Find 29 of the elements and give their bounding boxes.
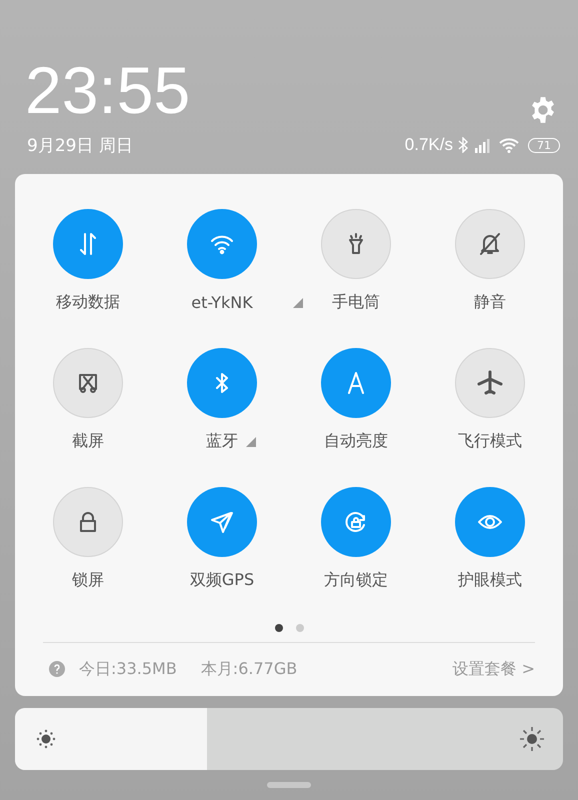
toggle-label: 手电筒 (332, 292, 380, 312)
high-brightness-icon (519, 726, 545, 752)
plan-settings-link[interactable]: 设置套餐 > (452, 658, 535, 680)
clock-time: 23:55 (25, 56, 190, 124)
toggle-label: 双频GPS (190, 570, 254, 590)
help-icon[interactable] (49, 661, 65, 677)
network-speed: 0.7K/s (404, 135, 453, 155)
settings-icon[interactable] (529, 96, 557, 124)
toggle-label: et-YkNK (191, 292, 253, 312)
toggle-label: 锁屏 (72, 570, 104, 590)
date-text: 9月29日 周日 (27, 134, 133, 156)
toggle-label: 移动数据 (56, 292, 120, 312)
battery-icon: 71 (528, 138, 560, 152)
toggle-label: 飞行模式 (458, 430, 522, 452)
toggle-label: 方向锁定 (324, 570, 388, 590)
expand-triangle-icon[interactable] (246, 437, 256, 447)
toggle-label: 自动亮度 (324, 430, 388, 452)
low-brightness-icon (35, 728, 57, 750)
month-usage: 本月:6.77GB (200, 658, 298, 680)
expand-triangle-icon[interactable] (292, 298, 303, 308)
today-usage: 今日:33.5MB (79, 658, 177, 680)
toggle-label: 静音 (474, 292, 506, 312)
toggle-label: 护眼模式 (458, 570, 522, 590)
bluetooth-icon (458, 137, 468, 153)
wifi-icon (498, 137, 520, 153)
toggle-label: 蓝牙 (206, 430, 238, 452)
toggle-label: 截屏 (72, 430, 104, 452)
brightness-slider[interactable] (15, 708, 563, 770)
drag-handle[interactable] (267, 782, 311, 788)
